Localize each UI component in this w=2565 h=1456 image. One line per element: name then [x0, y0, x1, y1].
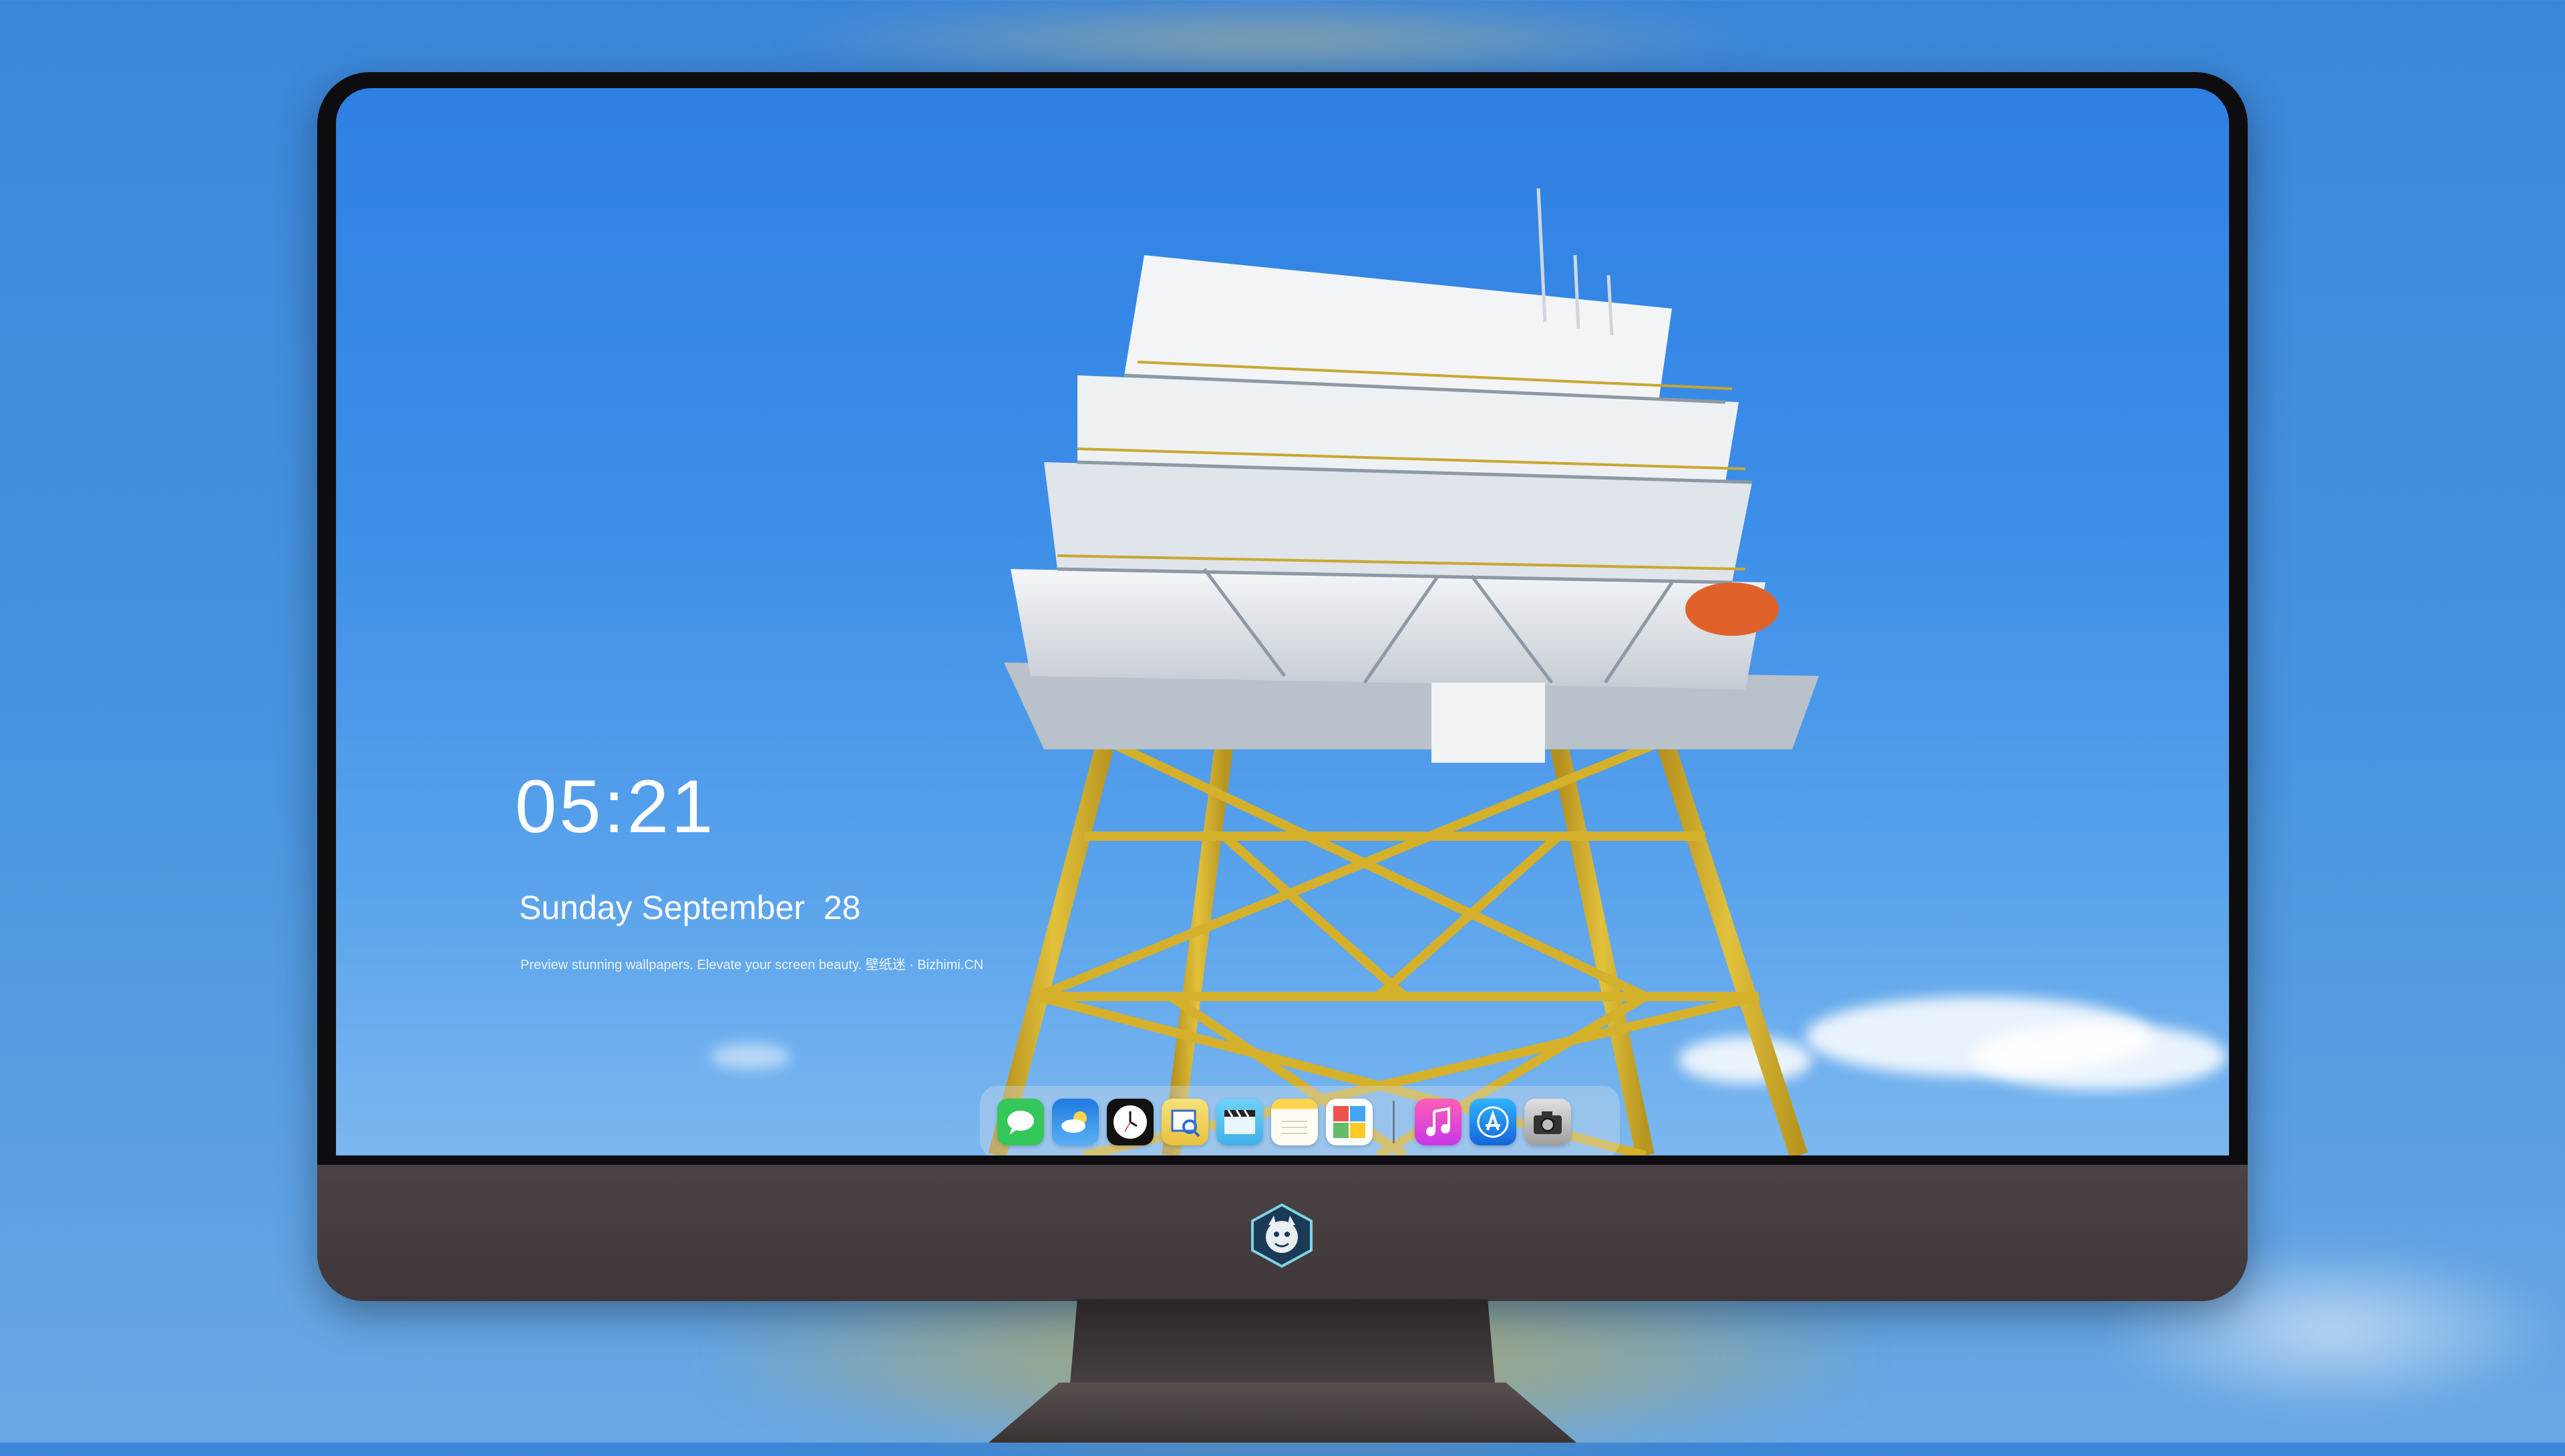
app-store-icon[interactable] — [1470, 1099, 1516, 1145]
clock-icon[interactable] — [1107, 1099, 1154, 1145]
monitor-chin — [317, 1165, 2248, 1301]
dock-separator — [1393, 1101, 1395, 1143]
monitor: 05:21 Sunday September 28 Preview stunni… — [317, 72, 2248, 1301]
music-icon[interactable] — [1415, 1099, 1462, 1145]
offshore-platform-wallpaper — [988, 188, 1819, 1155]
messages-icon[interactable] — [997, 1099, 1044, 1145]
container-module — [1431, 683, 1545, 763]
clips-icon[interactable] — [1216, 1099, 1263, 1145]
brand-logo-icon — [1248, 1202, 1315, 1269]
dock — [980, 1086, 1620, 1155]
notes-icon[interactable] — [1271, 1099, 1318, 1145]
camera-icon[interactable] — [1524, 1099, 1571, 1145]
preview-icon[interactable] — [1162, 1099, 1208, 1145]
photo-booth-icon[interactable] — [1326, 1099, 1373, 1145]
lock-screen-tagline: Preview stunning wallpapers. Elevate you… — [520, 958, 984, 972]
monitor-stand-foot — [989, 1383, 1576, 1443]
lock-screen-time: 05:21 — [515, 765, 716, 848]
weather-icon[interactable] — [1052, 1099, 1099, 1145]
background-blur-top — [768, 0, 1770, 80]
lock-screen-date: Sunday September 28 — [519, 889, 861, 926]
lifeboat — [1685, 582, 1779, 636]
screen: 05:21 Sunday September 28 Preview stunni… — [336, 88, 2229, 1155]
